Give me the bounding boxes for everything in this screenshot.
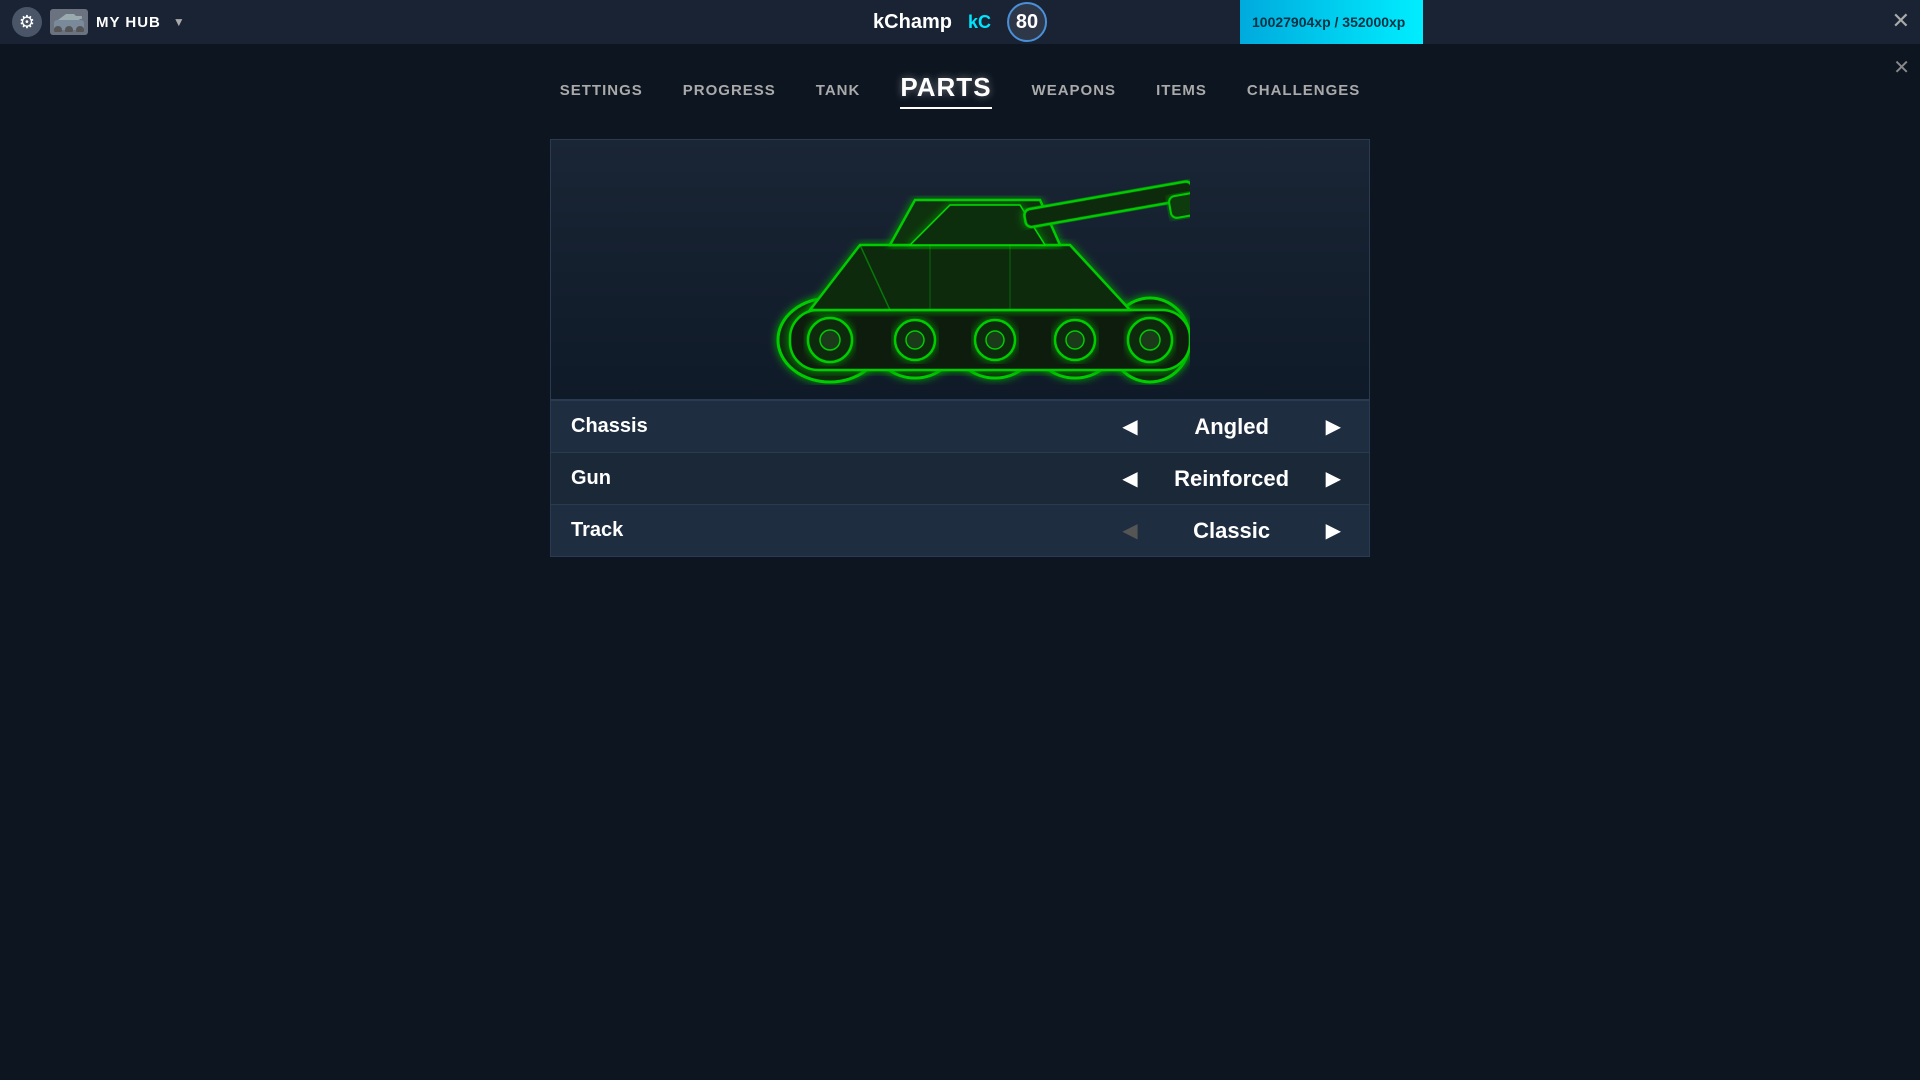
chassis-label: Chassis	[571, 415, 1114, 438]
chassis-value: Angled	[1162, 414, 1302, 440]
gun-prev-button[interactable]: ◀	[1114, 462, 1145, 495]
nav-item-tank[interactable]: TANK	[816, 82, 861, 99]
chassis-prev-button[interactable]: ◀	[1114, 410, 1145, 443]
player-info: kChamp kC 80	[873, 2, 1047, 42]
track-row: Track ◀ Classic ▶	[551, 504, 1369, 556]
hub-dropdown-icon[interactable]: ▼	[173, 15, 185, 29]
kc-badge: kC	[968, 12, 991, 33]
track-next-button[interactable]: ▶	[1318, 514, 1349, 547]
gun-row: Gun ◀ Reinforced ▶	[551, 452, 1369, 504]
xp-label: 10027904xp / 352000xp	[1240, 0, 1880, 44]
top-bar: ⚙ MY HUB ▼ kChamp kC 80 10027904xp / 352…	[0, 0, 1920, 44]
second-close-button[interactable]: ✕	[1893, 55, 1910, 80]
hub-section: ⚙ MY HUB ▼	[0, 7, 260, 37]
gun-label: Gun	[571, 467, 1114, 490]
nav-item-progress[interactable]: PROGRESS	[683, 82, 776, 99]
track-value: Classic	[1162, 518, 1302, 544]
parts-panel: Chassis ◀ Angled ▶ Gun ◀ Reinforced ▶ Tr…	[550, 139, 1370, 557]
nav-item-challenges[interactable]: CHALLENGES	[1247, 82, 1360, 99]
tank-avatar-icon	[50, 9, 88, 35]
xp-bar: 10027904xp / 352000xp	[1240, 0, 1880, 44]
gun-selector: ◀ Reinforced ▶	[1114, 462, 1349, 495]
chassis-next-button[interactable]: ▶	[1318, 410, 1349, 443]
level-badge: 80	[1007, 2, 1047, 42]
track-label: Track	[571, 519, 1114, 542]
chassis-row: Chassis ◀ Angled ▶	[551, 400, 1369, 452]
nav-item-weapons[interactable]: WEAPONS	[1032, 82, 1117, 99]
nav-item-settings[interactable]: SETTINGS	[560, 82, 643, 99]
nav-item-items[interactable]: ITEMS	[1156, 82, 1207, 99]
navigation: SETTINGS PROGRESS TANK PARTS WEAPONS ITE…	[0, 44, 1920, 129]
hub-label: MY HUB	[96, 14, 161, 31]
xp-bar-container: 10027904xp / 352000xp	[1240, 0, 1880, 44]
track-prev-button[interactable]: ◀	[1114, 514, 1145, 547]
chassis-selector: ◀ Angled ▶	[1114, 410, 1349, 443]
gear-icon[interactable]: ⚙	[12, 7, 42, 37]
close-button[interactable]: ✕	[1892, 8, 1910, 34]
nav-item-parts[interactable]: PARTS	[900, 72, 991, 102]
tank-display	[551, 140, 1369, 400]
main-content: Chassis ◀ Angled ▶ Gun ◀ Reinforced ▶ Tr…	[0, 129, 1920, 557]
nav-item-parts-container: PARTS	[900, 72, 991, 109]
parts-list: Chassis ◀ Angled ▶ Gun ◀ Reinforced ▶ Tr…	[551, 400, 1369, 556]
gun-value: Reinforced	[1162, 466, 1302, 492]
track-selector: ◀ Classic ▶	[1114, 514, 1349, 547]
gun-next-button[interactable]: ▶	[1318, 462, 1349, 495]
tank-image	[730, 155, 1190, 385]
nav-active-underline	[900, 107, 991, 109]
username: kChamp	[873, 11, 952, 34]
